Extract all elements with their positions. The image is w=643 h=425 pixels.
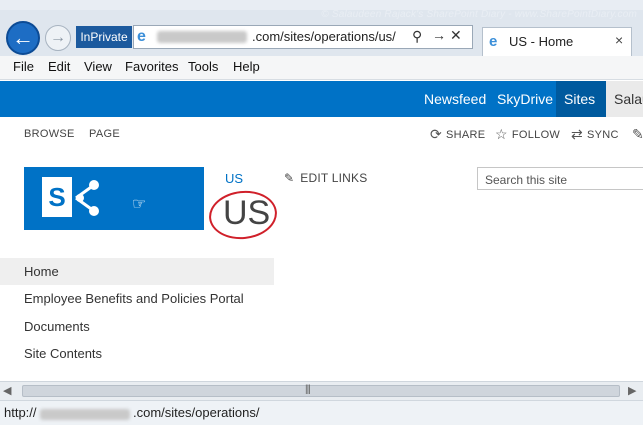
ribbon-bar: BROWSE PAGE ⟳ SHARE ☆ FOLLOW ⇄ SYNC ✎ [0, 117, 643, 149]
site-logo[interactable]: S ☞ [24, 167, 204, 230]
scroll-right-icon[interactable]: ▶ [628, 384, 636, 397]
address-url[interactable]: .com/sites/operations/us/ [252, 29, 396, 44]
suite-link-newsfeed[interactable]: Newsfeed [424, 91, 486, 107]
site-breadcrumb[interactable]: US [225, 171, 243, 186]
tab-title: US - Home [509, 34, 574, 49]
menu-bar: File Edit View Favorites Tools Help [0, 56, 643, 80]
ie-page-icon: e [137, 28, 146, 45]
follow-label: FOLLOW [511, 128, 561, 141]
suite-bar: Newsfeed SkyDrive Sites Salau [0, 81, 643, 117]
menu-favorites[interactable]: Favorites [125, 59, 178, 74]
quick-launch-documents[interactable]: Documents [24, 319, 90, 334]
menu-view[interactable]: View [84, 59, 112, 74]
browser-tab[interactable]: e US - Home × [482, 27, 632, 56]
star-icon: ☆ [495, 126, 508, 142]
status-url-prefix: http:// [4, 405, 37, 420]
pencil-icon: ✎ [284, 171, 295, 185]
ie-tab-icon: e [489, 33, 498, 50]
menu-file[interactable]: File [13, 59, 34, 74]
sync-icon: ⇄ [571, 126, 584, 142]
pencil-icon: ✎ [632, 126, 643, 142]
back-button[interactable]: ← [6, 21, 40, 55]
edit-links-button[interactable]: ✎ EDIT LINKS [284, 171, 367, 185]
horizontal-scrollbar[interactable]: ◀ ||| ▶ [0, 381, 643, 400]
status-bar: http:// .com/sites/operations/ [0, 400, 643, 425]
share-label: SHARE [446, 128, 486, 141]
suite-link-skydrive[interactable]: SkyDrive [497, 91, 553, 107]
follow-button[interactable]: ☆ FOLLOW [495, 126, 560, 143]
site-search-box[interactable] [477, 167, 643, 190]
sync-label: SYNC [587, 128, 619, 141]
menu-edit[interactable]: Edit [48, 59, 70, 74]
browser-toolbar: © Salaudeen Rajack's SharePoint Diary - … [0, 0, 643, 56]
tab-close-icon[interactable]: × [615, 32, 623, 48]
site-title[interactable]: US [223, 194, 270, 233]
quick-launch-home[interactable]: Home [24, 264, 59, 279]
watermark-text: © Salaudeen Rajack's SharePoint Diary - … [321, 9, 637, 20]
ribbon-tab-page[interactable]: PAGE [89, 128, 120, 140]
quick-launch-employee-benefits[interactable]: Employee Benefits and Policies Portal [24, 291, 244, 306]
search-input[interactable] [483, 172, 643, 188]
scrollbar-thumb[interactable]: ||| [22, 384, 620, 397]
status-url: .com/sites/operations/ [133, 405, 260, 420]
scroll-left-icon[interactable]: ◀ [3, 384, 11, 397]
share-button[interactable]: ⟳ SHARE [430, 126, 485, 143]
address-bar[interactable]: e .com/sites/operations/us/ ⚲ → ✕ [133, 25, 473, 49]
inprivate-badge: InPrivate [76, 26, 132, 48]
grip-icon: ||| [305, 384, 311, 395]
hand-cursor-icon: ☞ [132, 196, 147, 213]
sync-button[interactable]: ⇄ SYNC [571, 126, 619, 143]
close-icon[interactable]: ✕ [450, 27, 462, 44]
suite-user-name[interactable]: Salau [614, 91, 643, 107]
forward-button[interactable]: → [45, 25, 71, 51]
menu-help[interactable]: Help [233, 59, 260, 74]
sharepoint-network-icon [75, 180, 99, 216]
quick-launch-site-contents[interactable]: Site Contents [24, 346, 102, 361]
edit-links-label: EDIT LINKS [300, 171, 368, 185]
status-url-redacted [40, 409, 130, 420]
forward-arrow-icon: → [50, 29, 66, 46]
sharepoint-logo-icon: S [42, 177, 72, 217]
ribbon-tab-browse[interactable]: BROWSE [24, 128, 75, 140]
url-redacted-segment [157, 31, 247, 43]
menu-tools[interactable]: Tools [188, 59, 218, 74]
back-arrow-icon: ← [12, 25, 34, 50]
share-icon: ⟳ [430, 126, 443, 142]
go-arrow-icon[interactable]: → [432, 27, 446, 43]
search-icon[interactable]: ⚲ [412, 28, 422, 45]
suite-link-sites[interactable]: Sites [564, 91, 595, 107]
edit-pencil-button[interactable]: ✎ [632, 126, 643, 143]
